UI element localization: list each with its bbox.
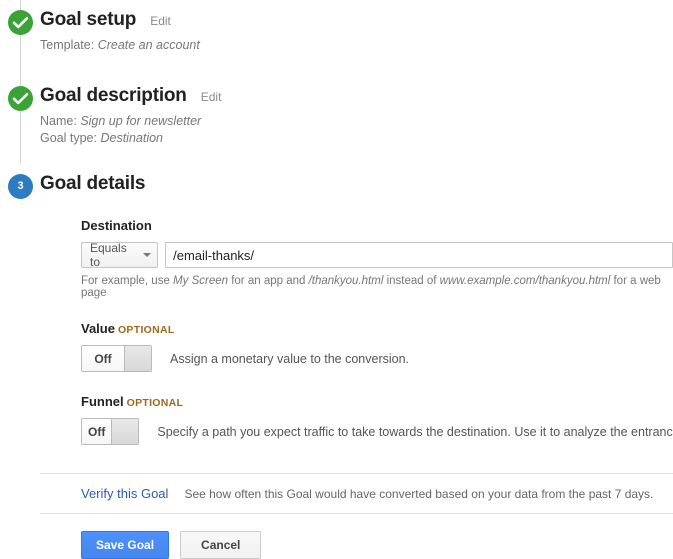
cancel-button[interactable]: Cancel: [180, 531, 262, 559]
summary-line-name: Name: Sign up for newsletter: [40, 113, 673, 130]
value-label-text: Value: [81, 321, 115, 336]
value-toggle-row: Off Assign a monetary value to the conve…: [81, 345, 673, 372]
destination-hint: For example, use My Screen for an app an…: [81, 275, 673, 299]
hint-text: For example, use: [81, 275, 174, 287]
funnel-toggle-state: Off: [82, 419, 112, 444]
value-label: Value OPTIONAL: [81, 321, 673, 336]
edit-goal-setup-link[interactable]: Edit: [150, 14, 171, 28]
step-status-check-icon: [8, 10, 33, 35]
step-summary: Template: Create an account: [40, 37, 673, 54]
funnel-section: Funnel OPTIONAL Off Specify a path you ex…: [81, 394, 673, 445]
hint-text: instead of: [383, 275, 440, 287]
funnel-label: Funnel OPTIONAL: [81, 394, 673, 409]
summary-line-goal-type: Goal type: Destination: [40, 130, 673, 147]
value-toggle-state: Off: [82, 346, 124, 371]
destination-input[interactable]: [165, 242, 673, 268]
match-type-select[interactable]: Equals to: [81, 241, 159, 269]
verify-description: See how often this Goal would have conve…: [184, 487, 654, 501]
goal-wizard: Goal setup Edit Template: Create an acco…: [0, 0, 673, 559]
save-goal-button[interactable]: Save Goal: [81, 531, 170, 559]
destination-label: Destination: [81, 218, 152, 233]
step-number-badge: 3: [8, 174, 33, 199]
step-title: Goal setup: [40, 9, 137, 30]
wizard-step-goal-description: Goal description Edit Name: Sign up for …: [0, 76, 673, 164]
edit-goal-description-link[interactable]: Edit: [201, 90, 222, 104]
wizard-step-goal-setup: Goal setup Edit Template: Create an acco…: [0, 0, 673, 76]
goal-details-form: Destination Equals to For example, use M…: [40, 195, 673, 559]
step-header: Goal description Edit: [40, 76, 673, 107]
verify-goal-band: Verify this Goal See how often this Goal…: [40, 473, 673, 514]
step-number-label: 3: [17, 180, 24, 192]
step-status-check-icon: [8, 86, 33, 111]
wizard-step-goal-details: 3 Goal details Destination Equals to For…: [0, 164, 673, 559]
value-section: Value OPTIONAL Off Assign a monetary valu…: [81, 321, 673, 372]
summary-value: Create an account: [97, 38, 200, 52]
hint-text: for an app and: [228, 275, 309, 287]
summary-label: Template:: [40, 38, 95, 52]
step-title: Goal description: [40, 85, 187, 106]
hint-example-screen: My Screen: [173, 275, 229, 287]
funnel-optional-tag: OPTIONAL: [126, 397, 184, 409]
value-optional-tag: OPTIONAL: [117, 324, 175, 336]
funnel-toggle-row: Off Specify a path you expect traffic to…: [81, 418, 673, 445]
destination-row: Equals to: [81, 241, 673, 269]
summary-label: Goal type:: [40, 131, 97, 145]
step-summary: Name: Sign up for newsletter Goal type: …: [40, 113, 673, 147]
summary-label: Name:: [40, 114, 77, 128]
funnel-label-text: Funnel: [81, 394, 124, 409]
funnel-description: Specify a path you expect traffic to tak…: [157, 424, 673, 439]
funnel-toggle-knob: [111, 419, 139, 444]
summary-value: Sign up for newsletter: [80, 114, 202, 128]
verify-this-goal-link[interactable]: Verify this Goal: [81, 486, 168, 501]
funnel-toggle[interactable]: Off: [81, 418, 140, 445]
summary-value: Destination: [100, 131, 164, 145]
value-description: Assign a monetary value to the conversio…: [170, 351, 410, 366]
step-header: Goal details: [40, 164, 673, 195]
step-header: Goal setup Edit: [40, 0, 673, 31]
match-type-value: Equals to: [90, 241, 127, 269]
value-toggle[interactable]: Off: [81, 345, 152, 372]
step-title: Goal details: [40, 173, 146, 194]
hint-example-url: www.example.com/thankyou.html: [439, 275, 611, 287]
caret-down-icon: [143, 253, 152, 257]
form-actions: Save Goal Cancel: [81, 531, 673, 559]
hint-example-page: /thankyou.html: [308, 275, 384, 287]
value-toggle-knob: [124, 346, 151, 371]
